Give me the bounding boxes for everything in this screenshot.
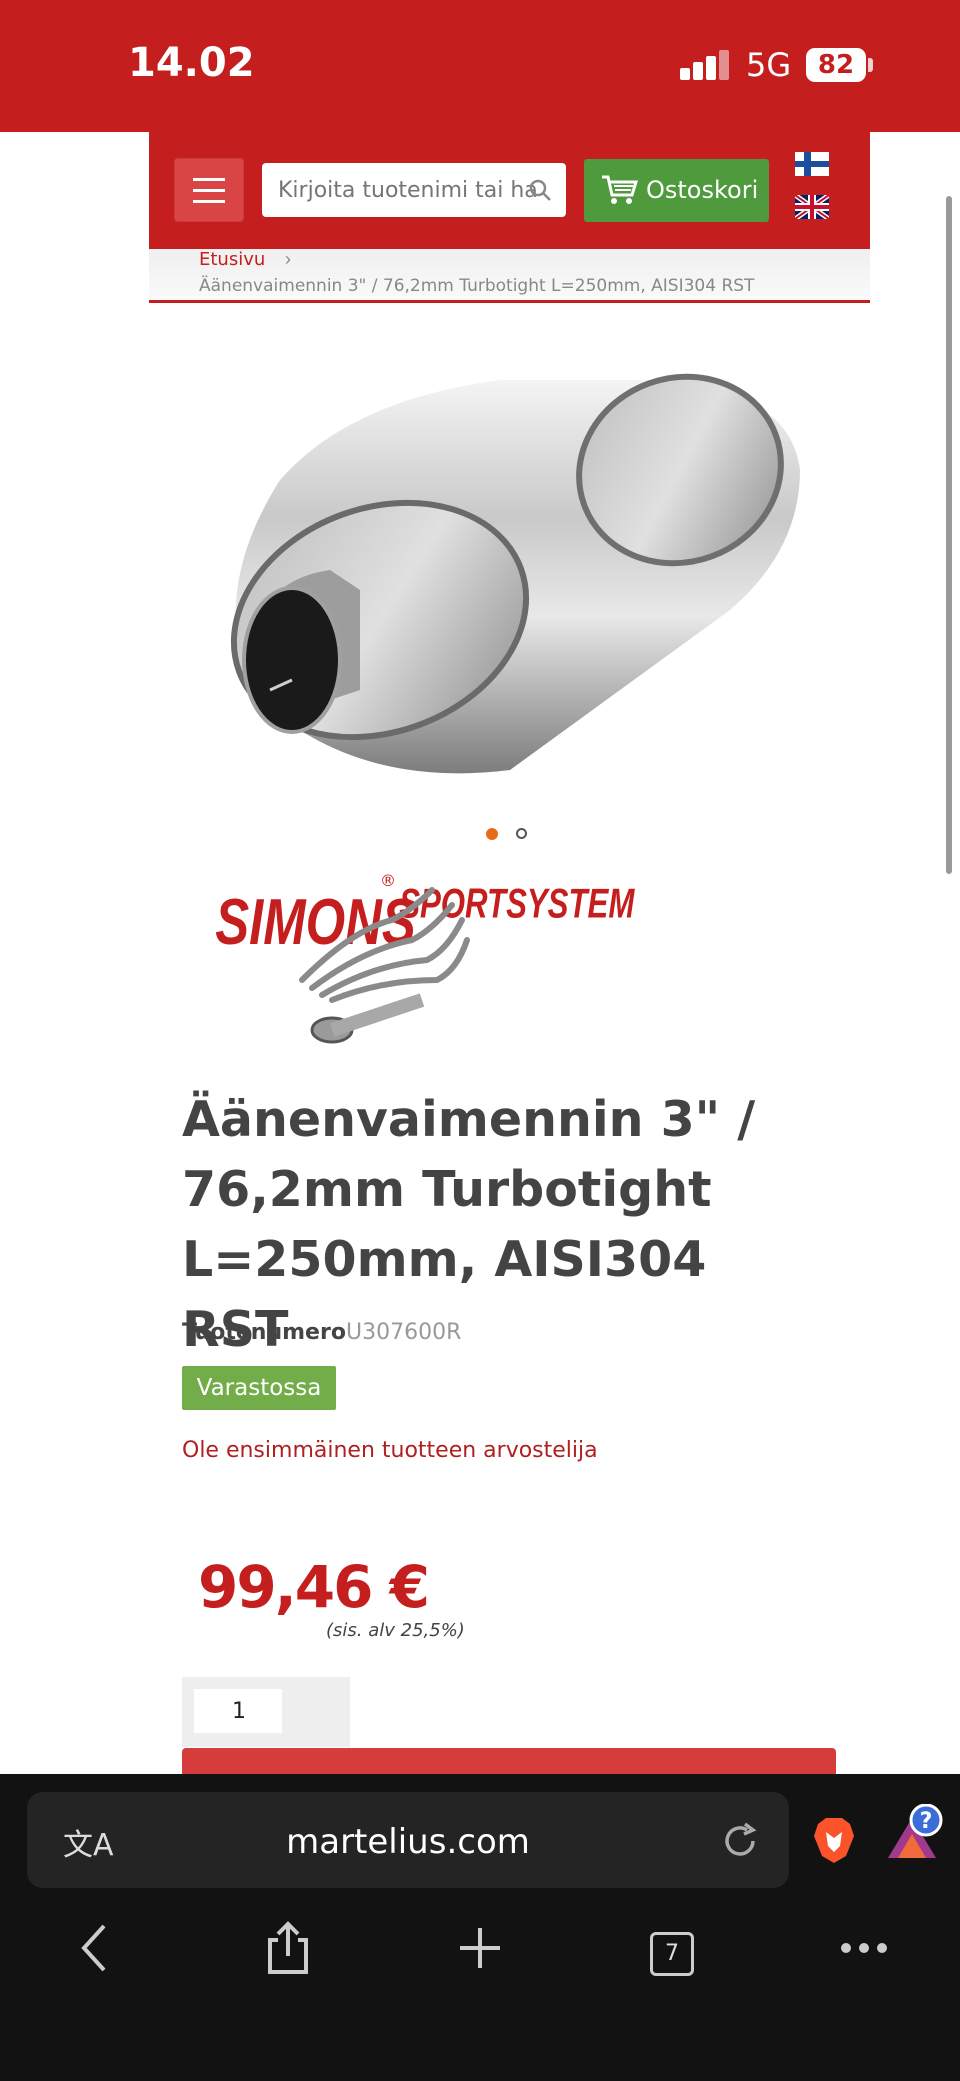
page-scrollbar[interactable] <box>946 196 952 874</box>
sku-label: Tuotenumero <box>182 1320 346 1345</box>
cart-button[interactable]: Ostoskori <box>584 159 769 222</box>
sku-value: U307600R <box>346 1320 462 1345</box>
status-bar: 14.02 5G 82 <box>0 0 960 132</box>
share-icon[interactable] <box>258 1918 318 1978</box>
battery-icon: 82 <box>806 48 866 82</box>
brand-logo: SIMONS ® SPORTSYSTEM <box>212 860 642 1050</box>
signal-icon <box>680 50 730 80</box>
finnish-flag-icon[interactable] <box>795 152 829 176</box>
more-menu-icon[interactable] <box>834 1918 894 1978</box>
breadcrumb: Etusivu › Äänenvaimennin 3" / 76,2mm Tur… <box>149 249 870 303</box>
quantity-box <box>182 1677 350 1747</box>
stock-status-badge: Varastossa <box>182 1366 336 1410</box>
vat-note: (sis. alv 25,5%) <box>326 1620 465 1641</box>
cart-label: Ostoskori <box>646 176 759 204</box>
new-tab-icon[interactable] <box>450 1918 510 1978</box>
back-icon[interactable] <box>66 1918 126 1978</box>
brave-rewards-icon[interactable]: ? <box>884 1803 944 1869</box>
write-review-link[interactable]: Ole ensimmäinen tuotteen arvostelija <box>182 1438 598 1463</box>
site-header: Ostoskori <box>149 132 870 249</box>
battery-tip <box>868 58 873 72</box>
gallery-dot-1[interactable] <box>486 828 498 840</box>
breadcrumb-separator: › <box>285 249 291 269</box>
browser-toolbar: 文A martelius.com ? 7 <box>0 1774 960 2081</box>
search-input[interactable] <box>278 173 538 207</box>
breadcrumb-current: Äänenvaimennin 3" / 76,2mm Turbotight L=… <box>199 276 755 296</box>
svg-text:®: ® <box>380 871 396 890</box>
hamburger-menu-button[interactable] <box>174 158 244 222</box>
status-time: 14.02 <box>128 40 255 86</box>
cart-icon <box>600 174 639 211</box>
url-text[interactable]: martelius.com <box>27 1822 789 1862</box>
search-box <box>262 163 566 217</box>
address-bar[interactable]: 文A martelius.com <box>27 1792 789 1888</box>
tabs-button[interactable]: 7 <box>650 1932 694 1976</box>
rewards-badge: ? <box>920 1809 933 1834</box>
gallery-dot-2[interactable] <box>516 828 527 839</box>
product-image[interactable] <box>210 360 810 780</box>
quantity-input[interactable] <box>194 1689 282 1733</box>
brave-shields-icon[interactable] <box>812 1816 856 1869</box>
breadcrumb-home-link[interactable]: Etusivu <box>199 249 265 270</box>
product-price: 99,46 € <box>198 1553 430 1621</box>
add-to-cart-button[interactable] <box>182 1748 836 1774</box>
reload-icon[interactable] <box>719 1820 761 1867</box>
search-icon[interactable] <box>528 178 552 207</box>
english-flag-icon[interactable] <box>795 195 829 219</box>
network-type: 5G <box>746 46 792 84</box>
